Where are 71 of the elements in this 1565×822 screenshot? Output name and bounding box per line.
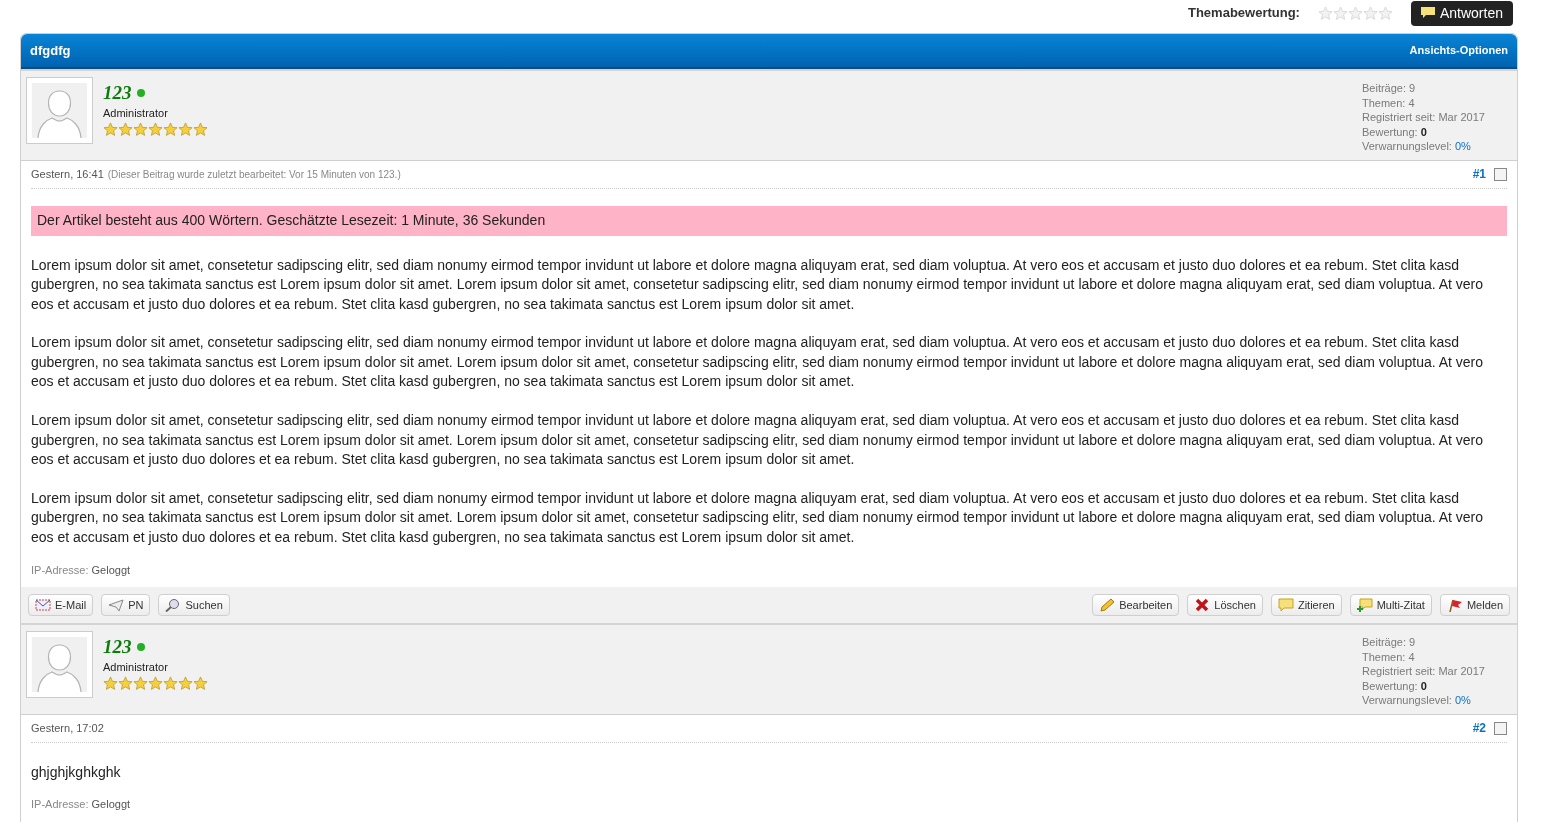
author-stat: Themen: 4 [1362,649,1416,665]
reading-time-banner: Der Artikel besteht aus 400 Wörtern. Geschätzte Lesezeit: 1 Minute, 36 Sekunden [31,205,1507,236]
envelope-icon [35,598,51,613]
search-icon [165,598,182,613]
flag-icon [1446,598,1463,613]
post-date: Gestern, 16:41 [31,166,104,182]
author-stat: Verwarnungslevel: 0% [1362,693,1472,708]
author-rank: Administrator [103,106,169,121]
star-icon [133,121,148,137]
reply-button[interactable]: Antworten [1410,0,1513,26]
rating-star-icon [1317,5,1333,21]
paper-plane-icon [108,598,125,613]
star-icon [163,121,178,137]
post-action-button[interactable]: Bearbeiten [1092,594,1180,617]
select-checkbox[interactable] [1494,167,1507,181]
ip-address-text: IP-Adresse: Geloggt [31,798,131,811]
rating-star-icon [1347,5,1363,21]
speech-bubble-plus-icon [1356,598,1373,613]
star-icon [103,675,118,691]
author-stat: Themen: 4 [1362,95,1416,110]
star-icon [178,675,193,691]
post-action-button[interactable]: PN [101,594,151,617]
rating-star-icon [1362,5,1378,21]
post-number-link[interactable]: #1 [1472,165,1486,183]
author-stat: Registriert seit: Mar 2017 [1362,110,1486,125]
post-paragraph: Lorem ipsum dolor sit amet, consetetur sadipscing elitr, sed diam nonumy eirmod tempor invidunt ut labore et dolore magna aliquyam erat, sed diam voluptua. At vero eos et accusam et justo duo dolores et ea rebum. Stet clita kasd gubergren, no sea takimata sanctus est Lorem ipsum dolor sit amet. Lorem ipsum dolor sit amet, consetetur sadipscing elitr, sed diam nonumy eirmod tempor invidunt ut labore et dolore magna aliquyam erat, sed diam voluptua. At vero eos et accusam et justo duo dolores et ea rebum. Stet clita kasd gubergren, no sea takimata sanctus est Lorem ipsum dolor sit amet. [31,488,1485,548]
author-name[interactable]: 123 [103,83,132,103]
star-icon [193,675,208,691]
post-action-button[interactable]: Suchen [158,594,230,617]
edit-note: (Dieser Beitrag wurde zuletzt bearbeitet: Vor 15 Minuten von 123.) [107,167,401,182]
select-checkbox[interactable] [1494,721,1507,735]
avatar-silhouette [32,637,87,693]
thread-title: dfgdfg [30,41,71,60]
star-icon [148,121,163,137]
post-action-button[interactable]: Zitieren [1270,594,1342,617]
star-icon [133,675,148,691]
post-number-link[interactable]: #2 [1472,719,1486,738]
thread-rating-label: Themabewertung: [1188,4,1300,23]
star-icon [178,121,193,137]
post-action-button[interactable]: E-Mail [28,594,94,617]
author-stat: Bewertung: 0 [1362,124,1428,139]
avatar-silhouette [32,83,87,138]
post-paragraph: Lorem ipsum dolor sit amet, consetetur sadipscing elitr, sed diam nonumy eirmod tempor invidunt ut labore et dolore magna aliquyam erat, sed diam voluptua. At vero eos et accusam et justo duo dolores et ea rebum. Stet clita kasd gubergren, no sea takimata sanctus est Lorem ipsum dolor sit amet. Lorem ipsum dolor sit amet, consetetur sadipscing elitr, sed diam nonumy eirmod tempor invidunt ut labore et dolore magna aliquyam erat, sed diam voluptua. At vero eos et accusam et justo duo dolores et ea rebum. Stet clita kasd gubergren, no sea takimata sanctus est Lorem ipsum dolor sit amet. [31,411,1485,470]
post-paragraph: Lorem ipsum dolor sit amet, consetetur sadipscing elitr, sed diam nonumy eirmod tempor invidunt ut labore et dolore magna aliquyam erat, sed diam voluptua. At vero eos et accusam et justo duo dolores et ea rebum. Stet clita kasd gubergren, no sea takimata sanctus est Lorem ipsum dolor sit amet. Lorem ipsum dolor sit amet, consetetur sadipscing elitr, sed diam nonumy eirmod tempor invidunt ut labore et dolore magna aliquyam erat, sed diam voluptua. At vero eos et accusam et justo duo dolores et ea rebum. Stet clita kasd gubergren, no sea takimata sanctus est Lorem ipsum dolor sit amet. [31,333,1485,392]
star-icon [118,121,133,137]
author-stat: Beiträge: 9 [1362,635,1417,650]
post-date: Gestern, 17:02 [31,720,104,736]
post-paragraph: Lorem ipsum dolor sit amet, consetetur sadipscing elitr, sed diam nonumy eirmod tempor invidunt ut labore et dolore magna aliquyam erat, sed diam voluptua. At vero eos et accusam et justo duo dolores et ea rebum. Stet clita kasd gubergren, no sea takimata sanctus est Lorem ipsum dolor sit amet. Lorem ipsum dolor sit amet, consetetur sadipscing elitr, sed diam nonumy eirmod tempor invidunt ut labore et dolore magna aliquyam erat, sed diam voluptua. At vero eos et accusam et justo duo dolores et ea rebum. Stet clita kasd gubergren, no sea takimata sanctus est Lorem ipsum dolor sit amet. [31,255,1485,314]
speech-bubble-icon [1277,598,1294,613]
author-stat: Registriert seit: Mar 2017 [1362,664,1486,679]
post-action-button[interactable]: Löschen [1187,594,1263,617]
star-icon [148,675,163,691]
view-options-link[interactable]: Ansichts-Optionen [1409,42,1508,59]
author-stat: Bewertung: 0 [1362,678,1428,694]
post-action-button[interactable]: Melden [1439,594,1510,617]
delete-icon [1194,598,1211,613]
star-icon [118,675,133,691]
author-stat: Verwarnungslevel: 0% [1362,139,1472,154]
post-action-button[interactable]: Multi-Zitat [1349,594,1432,617]
ip-address-text: IP-Adresse: Geloggt [31,563,131,576]
author-rank: Administrator [103,660,169,676]
author-stat: Beiträge: 9 [1362,81,1417,96]
star-icon [163,675,178,691]
author-name[interactable]: 123 [103,637,132,658]
star-icon [103,121,118,137]
pencil-icon [1099,598,1116,613]
speech-bubble-icon [1420,7,1435,19]
star-icon [193,121,208,137]
rating-star-icon [1332,5,1348,21]
rating-star-icon [1377,5,1393,21]
post-paragraph: ghjghjkghkghk [31,762,122,782]
